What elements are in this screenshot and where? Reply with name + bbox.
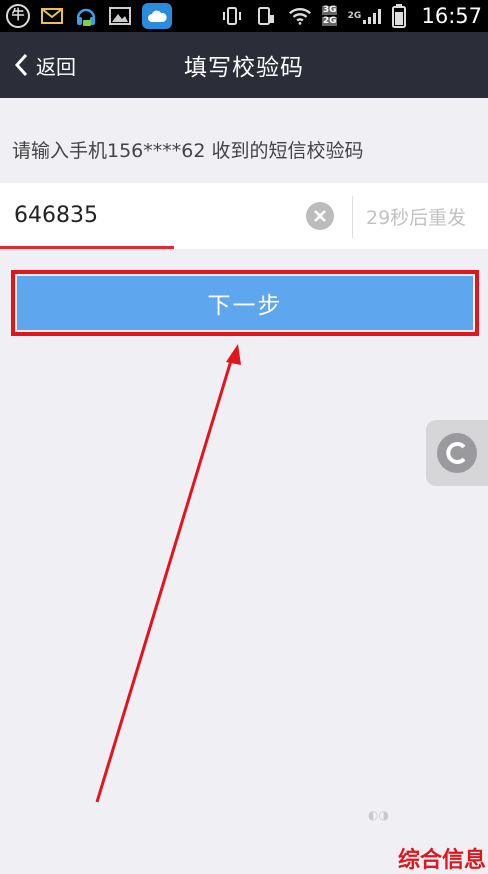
input-underline bbox=[0, 246, 174, 249]
sms-prompt: 请输入手机156****62 收到的短信校验码 bbox=[12, 140, 364, 162]
wifi-icon bbox=[288, 5, 312, 27]
network-tag: 3G bbox=[321, 5, 338, 15]
network-tags: 3G 2G bbox=[321, 5, 338, 26]
next-step-button[interactable]: 下一步 bbox=[17, 276, 473, 330]
watermark-text: 综合信息 bbox=[398, 848, 487, 873]
back-button[interactable]: 返回 bbox=[14, 32, 76, 98]
status-bar: 牛 3G 2G 2G 16:57 bbox=[0, 0, 488, 32]
vibrate-icon bbox=[220, 5, 244, 27]
status-bar-right: 3G 2G 2G 16:57 bbox=[220, 4, 482, 28]
input-divider bbox=[352, 196, 353, 238]
signal-icon: 2G bbox=[347, 5, 382, 27]
mail-icon bbox=[40, 5, 64, 27]
image-icon bbox=[108, 5, 132, 27]
battery-icon bbox=[391, 4, 407, 28]
status-bar-left: 牛 bbox=[6, 3, 172, 29]
network-tag: 2G bbox=[321, 16, 338, 26]
carrier-icon: 牛 bbox=[6, 4, 30, 28]
close-icon bbox=[314, 210, 326, 222]
phone-icon bbox=[254, 5, 278, 27]
floating-assistive-button[interactable] bbox=[426, 420, 488, 486]
resend-countdown: 29秒后重发 bbox=[366, 207, 467, 229]
annotation-arrow bbox=[95, 344, 241, 803]
chevron-left-icon bbox=[14, 53, 28, 77]
floating-logo-icon bbox=[437, 433, 477, 473]
nav-bar: 填写校验码 返回 bbox=[0, 32, 488, 98]
status-time: 16:57 bbox=[421, 4, 482, 28]
watermark-logo-icon: ◐◑ bbox=[368, 808, 389, 822]
network-tag: 2G bbox=[347, 10, 362, 21]
clear-input-button[interactable] bbox=[306, 202, 334, 230]
back-label: 返回 bbox=[36, 54, 76, 79]
verification-code-input[interactable] bbox=[14, 197, 294, 233]
headset-icon bbox=[74, 5, 98, 27]
cloud-icon bbox=[142, 3, 172, 29]
